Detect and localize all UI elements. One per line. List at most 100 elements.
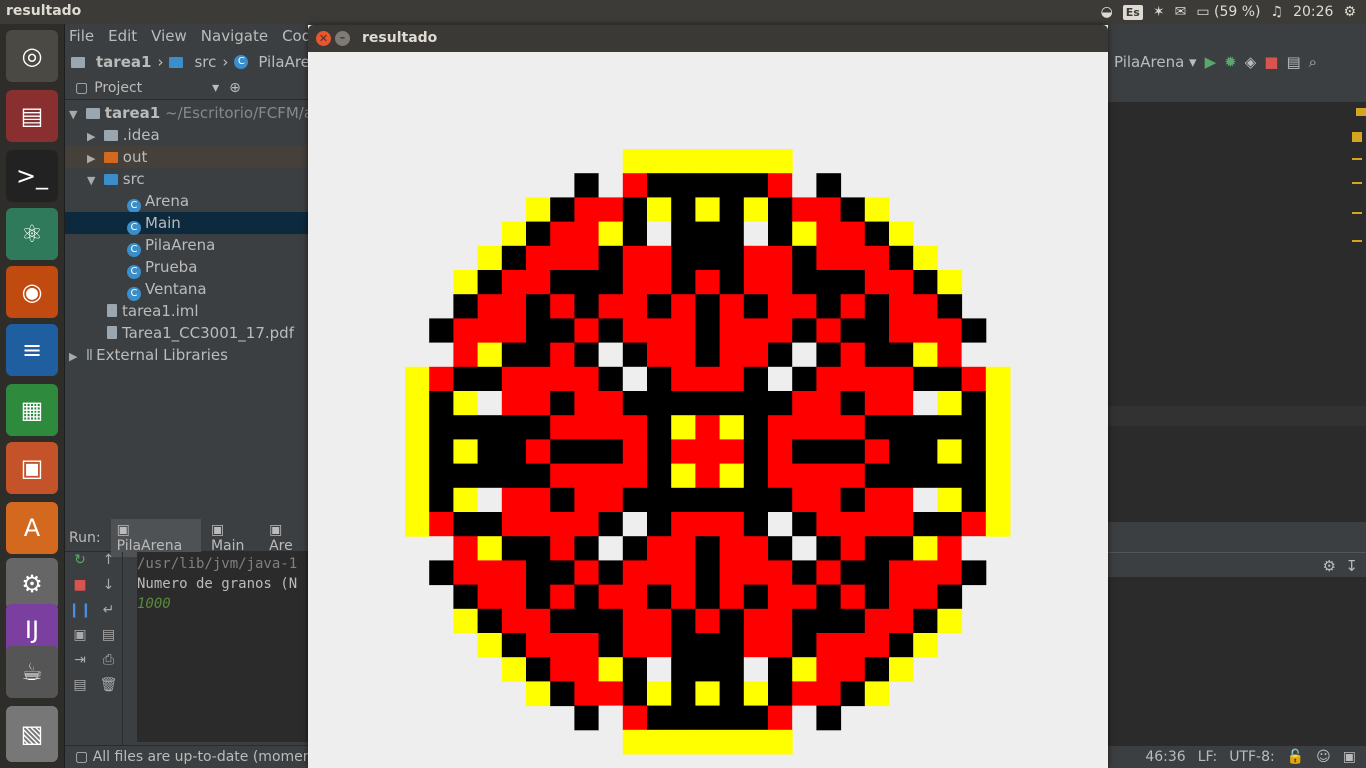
panel-settings-icon[interactable]: ⊕ xyxy=(229,80,241,96)
sandpile-cell xyxy=(889,318,914,344)
tree-node-root[interactable]: ▼ tarea1 ~/Escritorio/FCFM/alg xyxy=(65,102,327,126)
search-icon[interactable]: ⌕ xyxy=(1309,53,1317,71)
dropdown-icon[interactable]: ▾ xyxy=(212,80,219,96)
run-tab-pilaarena[interactable]: ▣ PilaArena xyxy=(110,518,201,557)
firefox-icon[interactable]: ◉ xyxy=(6,266,58,318)
power-gear-icon[interactable]: ⚙ xyxy=(1343,4,1356,20)
run-tab-main[interactable]: ▣ Main xyxy=(211,522,259,554)
tree-node-out[interactable]: ▶ out xyxy=(65,146,308,168)
tree-node-pdf[interactable]: Tarea1_CC3001_17.pdf xyxy=(65,322,308,344)
keyboard-layout-indicator[interactable]: Es xyxy=(1122,4,1143,20)
expand-arrow-icon[interactable]: ▼ xyxy=(87,170,99,192)
lock-icon[interactable]: 🔓 xyxy=(1287,749,1304,765)
breadcrumb-project[interactable]: tarea1 xyxy=(96,53,151,71)
clock[interactable]: 20:26 xyxy=(1293,4,1333,20)
project-panel-title[interactable]: Project xyxy=(94,80,142,96)
calc-icon[interactable]: ▦ xyxy=(6,384,58,436)
tree-node-class[interactable]: C Ventana xyxy=(65,278,308,301)
menu-navigate[interactable]: Navigate xyxy=(201,27,268,45)
window-titlebar[interactable]: ✕ – resultado xyxy=(308,25,1108,52)
tree-node-src[interactable]: ▼ src xyxy=(65,168,308,190)
settings-icon[interactable]: ⚙ xyxy=(1323,557,1336,575)
event-log-icon[interactable]: ▣ xyxy=(1343,749,1356,765)
status-icon[interactable]: ▢ xyxy=(75,749,88,765)
sandpile-cell xyxy=(453,560,479,586)
writer-icon[interactable]: ≡ xyxy=(6,324,58,376)
workspace-icon[interactable]: ▧ xyxy=(6,706,58,762)
terminal-icon[interactable]: >_ xyxy=(6,150,58,202)
files-icon[interactable]: ▤ xyxy=(6,90,58,142)
print-icon[interactable]: ⎙ xyxy=(95,652,122,677)
warning-marker[interactable] xyxy=(1356,108,1366,116)
file-encoding[interactable]: UTF-8: xyxy=(1229,749,1275,765)
wifi-icon[interactable]: ◒ xyxy=(1101,4,1113,20)
sandpile-cell xyxy=(647,729,672,755)
sandpile-cell xyxy=(937,294,963,319)
structure-icon[interactable]: ▤ xyxy=(1286,53,1300,71)
run-tab-arena[interactable]: ▣ Are xyxy=(269,522,308,554)
close-icon[interactable]: ✕ xyxy=(316,31,331,46)
warning-marker[interactable] xyxy=(1352,212,1362,214)
coverage-icon[interactable]: ◈ xyxy=(1245,53,1257,71)
run-icon[interactable]: ▶ xyxy=(1205,53,1217,71)
bluetooth-icon[interactable]: ✶ xyxy=(1153,4,1165,20)
impress-icon[interactable]: ▣ xyxy=(6,442,58,494)
menu-file[interactable]: File xyxy=(69,27,94,45)
pause-icon[interactable]: ❙❙ xyxy=(65,602,95,627)
dash-icon[interactable]: ◎ xyxy=(6,30,58,82)
wrap-icon[interactable]: ↵ xyxy=(95,602,122,627)
warning-marker[interactable] xyxy=(1352,158,1362,160)
java-icon[interactable]: ☕ xyxy=(6,646,58,698)
tree-node-class[interactable]: C Arena xyxy=(65,190,308,213)
console-output[interactable]: /usr/lib/jvm/java-1 Numero de granos (N … xyxy=(137,552,308,742)
menu-view[interactable]: View xyxy=(151,27,187,45)
layout-icon[interactable]: ▤ xyxy=(65,677,95,702)
mail-icon[interactable]: ✉ xyxy=(1175,4,1187,20)
hide-panel-icon[interactable]: ↧ xyxy=(1345,557,1358,575)
menu-edit[interactable]: Edit xyxy=(108,27,137,45)
sandpile-cell xyxy=(453,366,479,392)
warning-marker[interactable] xyxy=(1352,240,1362,242)
volume-icon[interactable]: ♫ xyxy=(1271,4,1284,20)
atom-icon[interactable]: ⚛ xyxy=(6,208,58,260)
cursor-position[interactable]: 46:36 xyxy=(1145,749,1185,765)
battery-indicator[interactable]: ▭ (59 %) xyxy=(1196,4,1260,20)
sandpile-cell xyxy=(792,584,817,610)
sandpile-cell xyxy=(647,318,672,344)
exit-icon[interactable]: ⇥ xyxy=(65,652,95,677)
collapsed-arrow-icon[interactable]: ▶ xyxy=(87,126,99,148)
trash-icon[interactable]: 🗑 xyxy=(95,677,122,702)
collapsed-arrow-icon[interactable]: ▶ xyxy=(69,346,81,368)
stop-icon[interactable]: ■ xyxy=(65,577,95,602)
editor-area[interactable] xyxy=(1108,102,1366,522)
tree-node-class[interactable]: C Prueba xyxy=(65,256,308,279)
tree-node-idea[interactable]: ▶ .idea xyxy=(65,124,308,146)
warning-marker[interactable] xyxy=(1352,182,1362,184)
software-center-icon[interactable]: A xyxy=(6,502,58,554)
sandpile-cell xyxy=(550,681,575,707)
tree-node-class[interactable]: C PilaArena xyxy=(65,234,308,257)
camera-icon[interactable]: ▣ xyxy=(65,627,95,652)
run-config-selector[interactable]: PilaArena ▾ xyxy=(1114,53,1197,71)
up-arrow-icon[interactable]: ↑ xyxy=(95,552,122,577)
tree-node-iml[interactable]: tarea1.iml xyxy=(65,300,308,322)
inspector-icon[interactable]: ☺ xyxy=(1316,749,1331,765)
debug-icon[interactable]: ✹ xyxy=(1224,53,1237,71)
warning-marker[interactable] xyxy=(1352,132,1362,142)
sandpile-cell xyxy=(743,221,769,247)
sandpile-cell xyxy=(671,512,696,537)
breadcrumb-src[interactable]: src xyxy=(194,53,216,71)
tree-node-class[interactable]: C Main xyxy=(65,212,308,235)
rerun-icon[interactable]: ↻ xyxy=(65,552,95,577)
tree-node-libraries[interactable]: ▶ Ⅱ External Libraries xyxy=(65,344,308,366)
collapsed-arrow-icon[interactable]: ▶ xyxy=(87,148,99,170)
expand-arrow-icon[interactable]: ▼ xyxy=(69,104,81,126)
scroll-end-icon[interactable]: ▤ xyxy=(95,627,122,652)
settings-icon[interactable]: ⚙ xyxy=(6,558,58,610)
stop-icon[interactable]: ■ xyxy=(1264,53,1278,71)
sandpile-cell xyxy=(719,342,745,368)
down-arrow-icon[interactable]: ↓ xyxy=(95,577,122,602)
minimize-icon[interactable]: – xyxy=(335,31,350,46)
line-separator[interactable]: LF: xyxy=(1198,749,1217,765)
sandpile-cell xyxy=(429,512,454,537)
